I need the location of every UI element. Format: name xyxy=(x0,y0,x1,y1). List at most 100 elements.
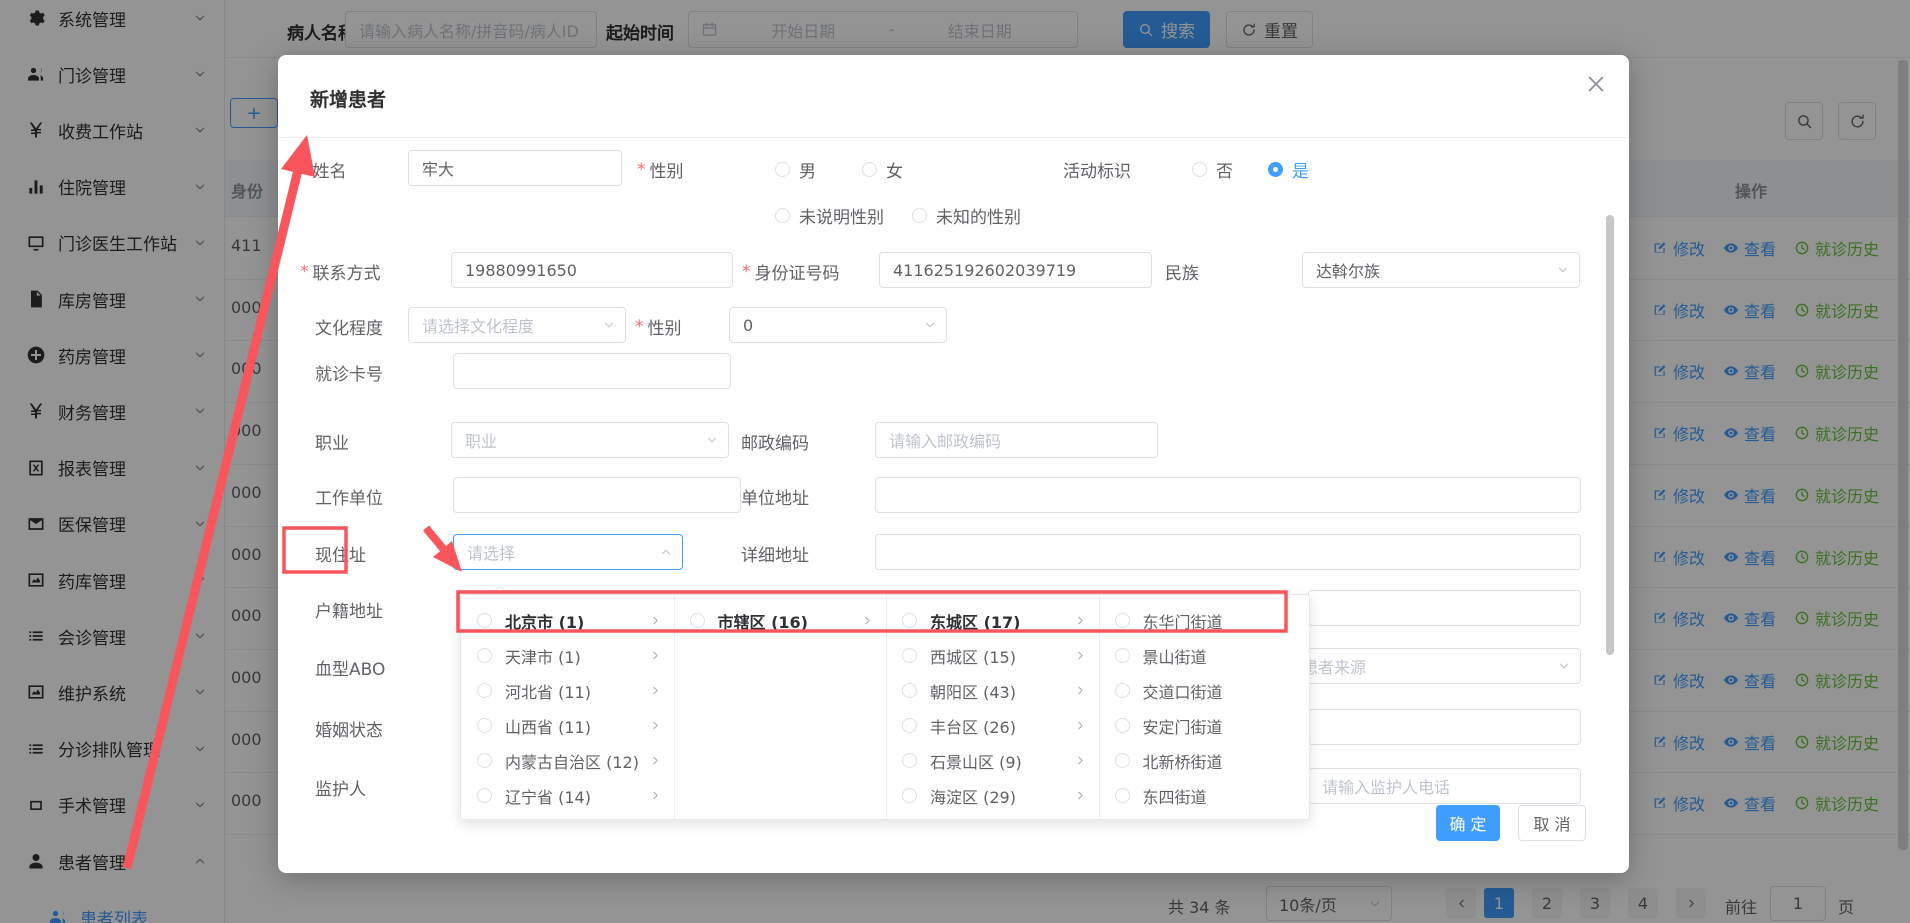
chev-right-icon xyxy=(649,754,662,767)
gender2-select[interactable]: 0 xyxy=(729,307,947,343)
visit-card-label: 就诊卡号 xyxy=(315,360,383,385)
radio-icon xyxy=(477,753,492,768)
marital-status-input[interactable] xyxy=(1308,709,1581,745)
radio-icon xyxy=(477,718,492,733)
work-unit-input[interactable] xyxy=(453,477,741,513)
cascader-option-label: 朝阳区 (43) xyxy=(930,679,1016,703)
cascader-option-col1-2[interactable]: 河北省 (11) xyxy=(461,673,674,708)
chevron-down-icon xyxy=(705,433,719,447)
chev-right-icon xyxy=(649,789,662,802)
chevron-down-icon xyxy=(923,318,937,332)
cascader-option-col3-1[interactable]: 西城区 (15) xyxy=(886,638,1099,673)
household-address-input[interactable] xyxy=(1308,590,1581,626)
occupation-label: 职业 xyxy=(315,429,349,454)
cascader-option-col3-3[interactable]: 丰台区 (26) xyxy=(886,708,1099,743)
close-icon[interactable] xyxy=(1585,73,1607,95)
blood-type-label: 血型ABO xyxy=(315,655,385,680)
cascader-option-col1-3[interactable]: 山西省 (11) xyxy=(461,708,674,743)
radio-icon xyxy=(690,613,705,628)
guardian-label: 监护人 xyxy=(315,775,366,800)
current-address-cascader[interactable]: 请选择 xyxy=(453,534,683,570)
cascader-option-label: 石景山区 (9) xyxy=(930,749,1022,773)
household-address-label: 户籍地址 xyxy=(315,597,383,622)
cascader-option-label: 安定门街道 xyxy=(1143,714,1223,738)
chevron-up-icon xyxy=(659,545,673,559)
cascader-option-col4-3[interactable]: 安定门街道 xyxy=(1099,708,1312,743)
gender2-label: 性别 xyxy=(635,314,682,339)
chev-right-icon xyxy=(649,719,662,732)
name-label: 姓名 xyxy=(300,157,347,182)
education-label: 文化程度 xyxy=(315,314,383,339)
active-flag-label: 活动标识 xyxy=(1063,157,1131,182)
occupation-select[interactable]: 职业 xyxy=(451,422,729,458)
detail-address-input[interactable] xyxy=(875,534,1581,570)
chev-right-icon xyxy=(1074,684,1087,697)
name-input[interactable]: 牢大 xyxy=(408,150,622,186)
ethnicity-label: 民族 xyxy=(1165,259,1199,284)
radio-icon xyxy=(1115,683,1130,698)
work-unit-label: 工作单位 xyxy=(315,484,383,509)
radio-icon xyxy=(477,648,492,663)
cascader-option-col1-5[interactable]: 辽宁省 (14) xyxy=(461,778,674,813)
cascader-option-col4-1[interactable]: 景山街道 xyxy=(1099,638,1312,673)
gender-label: 性别 xyxy=(637,157,684,182)
radio-icon xyxy=(902,788,917,803)
cascader-option-label: 内蒙古自治区 (12) xyxy=(505,749,639,773)
current-address-label: 现住址 xyxy=(315,541,366,566)
chev-right-icon xyxy=(1074,789,1087,802)
unit-address-input[interactable] xyxy=(875,477,1581,513)
unit-address-label: 单位地址 xyxy=(741,484,809,509)
cascader-option-col4-2[interactable]: 交道口街道 xyxy=(1099,673,1312,708)
radio-icon xyxy=(1115,613,1130,628)
active-flag-radio-yes[interactable]: 是 xyxy=(1268,157,1309,182)
cascader-option-label: 辽宁省 (14) xyxy=(505,784,591,808)
contact-input[interactable]: 19880991650 xyxy=(451,252,733,288)
chev-right-icon xyxy=(649,614,662,627)
cascader-option-col4-5[interactable]: 东四街道 xyxy=(1099,778,1312,813)
gender-radio-unknown[interactable]: 未知的性别 xyxy=(912,203,1021,228)
cascader-option-col3-5[interactable]: 海淀区 (29) xyxy=(886,778,1099,813)
radio-icon xyxy=(1115,648,1130,663)
gender-radio-unstated[interactable]: 未说明性别 xyxy=(775,203,884,228)
cancel-button[interactable]: 取 消 xyxy=(1518,805,1586,841)
cascader-option-col4-4[interactable]: 北新桥街道 xyxy=(1099,743,1312,778)
cascader-option-col4-0[interactable]: 东华门街道 xyxy=(1099,603,1312,638)
radio-icon xyxy=(1115,753,1130,768)
postal-code-label: 邮政编码 xyxy=(741,429,809,454)
guardian-phone-input[interactable]: 请输入监护人电话 xyxy=(1308,768,1581,804)
chev-right-icon xyxy=(1074,649,1087,662)
cascader-option-label: 北京市 (1) xyxy=(505,609,584,633)
radio-icon xyxy=(1115,788,1130,803)
cascader-option-label: 山西省 (11) xyxy=(505,714,591,738)
chev-right-icon xyxy=(861,614,874,627)
postal-code-input[interactable]: 请输入邮政编码 xyxy=(875,422,1158,458)
cascader-option-col1-1[interactable]: 天津市 (1) xyxy=(461,638,674,673)
chevron-down-icon xyxy=(1557,659,1571,673)
education-select[interactable]: 请选择文化程度 xyxy=(408,307,626,343)
active-flag-radio-no[interactable]: 否 xyxy=(1192,157,1233,182)
chevron-down-icon xyxy=(1556,263,1570,277)
cascader-option-col1-4[interactable]: 内蒙古自治区 (12) xyxy=(461,743,674,778)
modal-scrollbar[interactable] xyxy=(1606,215,1614,655)
cascader-option-label: 丰台区 (26) xyxy=(930,714,1016,738)
visit-card-input[interactable] xyxy=(453,353,731,389)
radio-icon xyxy=(902,753,917,768)
radio-icon xyxy=(477,788,492,803)
confirm-button[interactable]: 确 定 xyxy=(1436,805,1500,841)
address-cascader-dropdown: 北京市 (1) 天津市 (1)河北省 (11) 山西省 (11) 内蒙古自治区 (12… xyxy=(460,594,1310,820)
ethnicity-select[interactable]: 达斡尔族 xyxy=(1302,252,1580,288)
cascader-option-col1-0[interactable]: 北京市 (1) xyxy=(461,603,674,638)
cascader-option-label: 交道口街道 xyxy=(1143,679,1223,703)
gender-radio-male[interactable]: 男 xyxy=(775,157,816,182)
chev-right-icon xyxy=(649,649,662,662)
radio-icon xyxy=(902,683,917,698)
cascader-option-col3-0[interactable]: 东城区 (17) xyxy=(886,603,1099,638)
cascader-option-label: 景山街道 xyxy=(1143,644,1207,668)
cascader-option-col3-4[interactable]: 石景山区 (9) xyxy=(886,743,1099,778)
gender-radio-female[interactable]: 女 xyxy=(862,157,903,182)
cascader-option-label: 海淀区 (29) xyxy=(930,784,1016,808)
id-number-input[interactable]: 411625192602039719 xyxy=(879,252,1152,288)
cascader-option-col3-2[interactable]: 朝阳区 (43) xyxy=(886,673,1099,708)
radio-icon xyxy=(477,683,492,698)
cascader-option-col2-0[interactable]: 市辖区 (16) xyxy=(674,603,887,638)
